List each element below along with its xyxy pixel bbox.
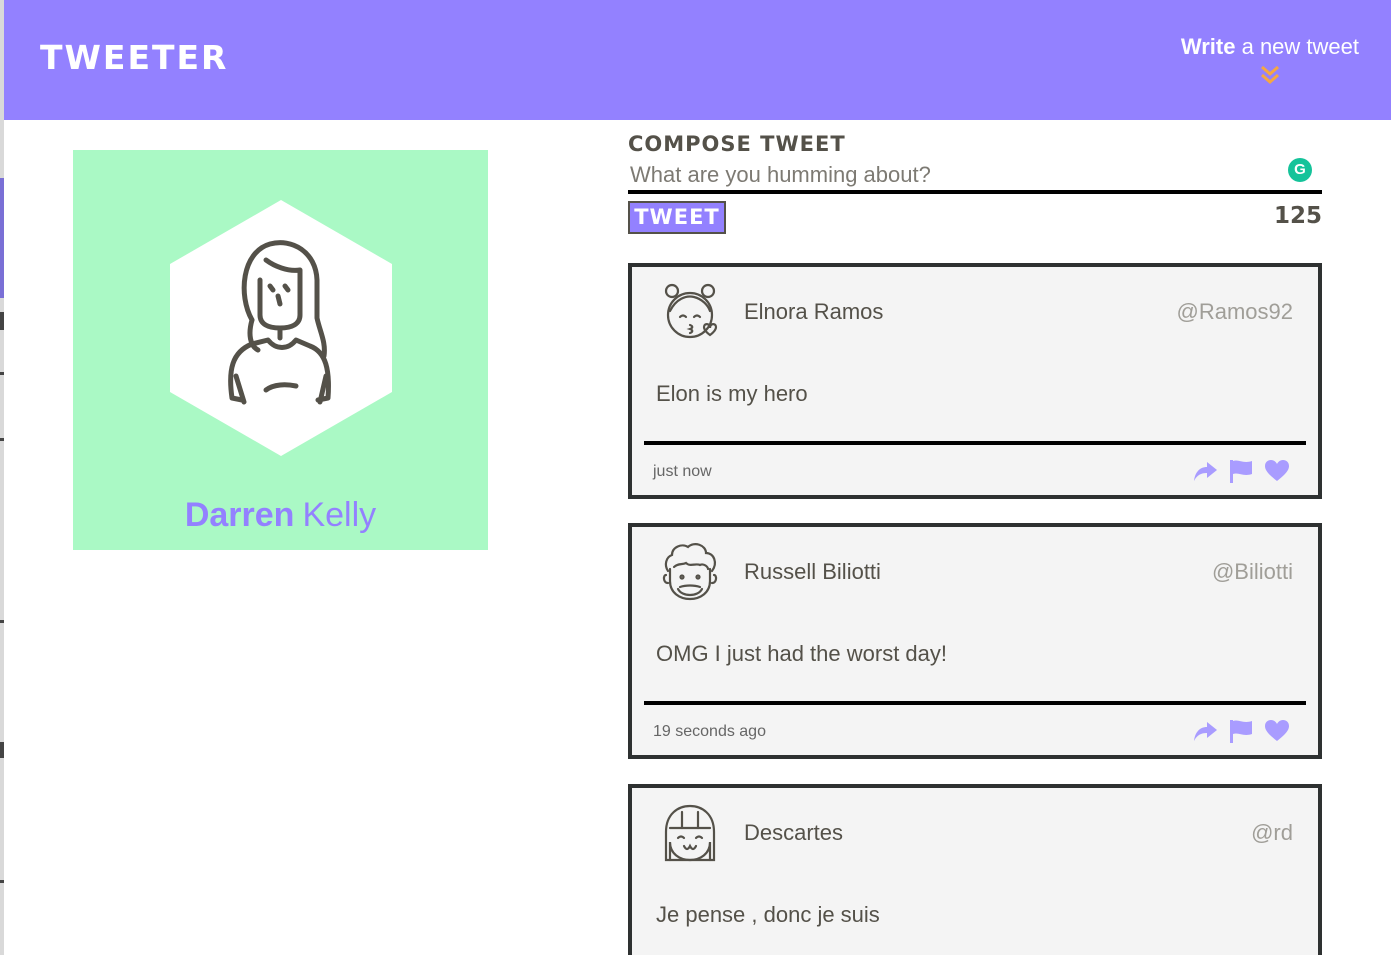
edge-mark <box>0 880 4 883</box>
tweet-card: Descartes @rd Je pense , donc je suis <box>628 784 1322 955</box>
tweet-divider <box>644 441 1306 445</box>
heart-icon[interactable] <box>1264 458 1290 484</box>
share-arrow-icon[interactable] <box>1192 718 1218 744</box>
window-edge <box>0 0 4 955</box>
double-chevron-down-icon[interactable] <box>1259 64 1281 86</box>
kissing-girl-avatar-icon <box>664 283 718 339</box>
tweet-card: Russell Biliotti @Biliotti OMG I just ha… <box>628 523 1322 759</box>
tweet-actions <box>1192 458 1290 484</box>
tweet-author-name: Descartes <box>744 820 844 845</box>
tweet-timestamp: just now <box>653 463 712 480</box>
toggle-label: a new tweet <box>1241 34 1359 59</box>
compose-submit-row: TWEET 125 <box>628 201 1322 241</box>
tweet-author-name: Elnora Ramos <box>744 299 884 324</box>
toggle-bold-label: Write <box>1180 34 1236 59</box>
share-arrow-icon[interactable] <box>1192 458 1218 484</box>
tweet-author-handle: @Ramos92 <box>1176 299 1294 324</box>
tweet-content: Elon is my hero <box>656 381 808 406</box>
tweet-actions <box>1192 718 1290 744</box>
flag-icon[interactable] <box>1228 458 1254 484</box>
character-counter: 125 <box>1273 203 1322 229</box>
tweet-content: OMG I just had the worst day! <box>656 641 948 666</box>
tweet-author-handle: @rd <box>1251 820 1293 845</box>
tweet-submit-button[interactable]: TWEET <box>628 201 726 234</box>
profile-avatar <box>170 200 392 456</box>
edge-mark <box>0 312 4 330</box>
profile-name: Darren Kelly <box>73 496 488 535</box>
compose-tweet-section: Compose Tweet What are you humming about… <box>628 130 1322 241</box>
edge-mark <box>0 620 4 623</box>
flag-icon[interactable] <box>1228 718 1254 744</box>
edge-mark <box>0 178 4 298</box>
user-profile-card: Darren Kelly <box>73 150 488 550</box>
heart-icon[interactable] <box>1264 718 1290 744</box>
tweet-author-handle: @Biliotti <box>1211 559 1293 584</box>
bob-hair-girl-avatar-icon <box>664 804 716 862</box>
brand-logo: TWEETER <box>40 38 229 77</box>
write-new-tweet-toggle[interactable]: Write a new tweet <box>1181 34 1359 86</box>
profile-last-name: Kelly <box>302 496 377 534</box>
tweet-textarea[interactable]: What are you humming about? G <box>628 158 1322 194</box>
profile-first-name: Darren <box>184 496 295 534</box>
tweet-content: Je pense , donc je suis <box>656 902 880 927</box>
compose-title: Compose Tweet <box>628 132 846 156</box>
tweet-author-name: Russell Biliotti <box>744 559 881 584</box>
tweet-divider <box>644 701 1306 705</box>
grammarly-icon[interactable]: G <box>1288 158 1312 182</box>
tweet-timestamp: 19 seconds ago <box>653 723 766 740</box>
curly-hair-man-avatar-icon <box>662 543 718 601</box>
top-nav: TWEETER Write a new tweet <box>4 0 1391 120</box>
edge-mark <box>0 372 4 375</box>
edge-mark <box>0 438 4 441</box>
tweet-card: Elnora Ramos @Ramos92 Elon is my hero ju… <box>628 263 1322 499</box>
edge-mark <box>0 742 4 758</box>
tweet-placeholder: What are you humming about? <box>630 162 931 187</box>
